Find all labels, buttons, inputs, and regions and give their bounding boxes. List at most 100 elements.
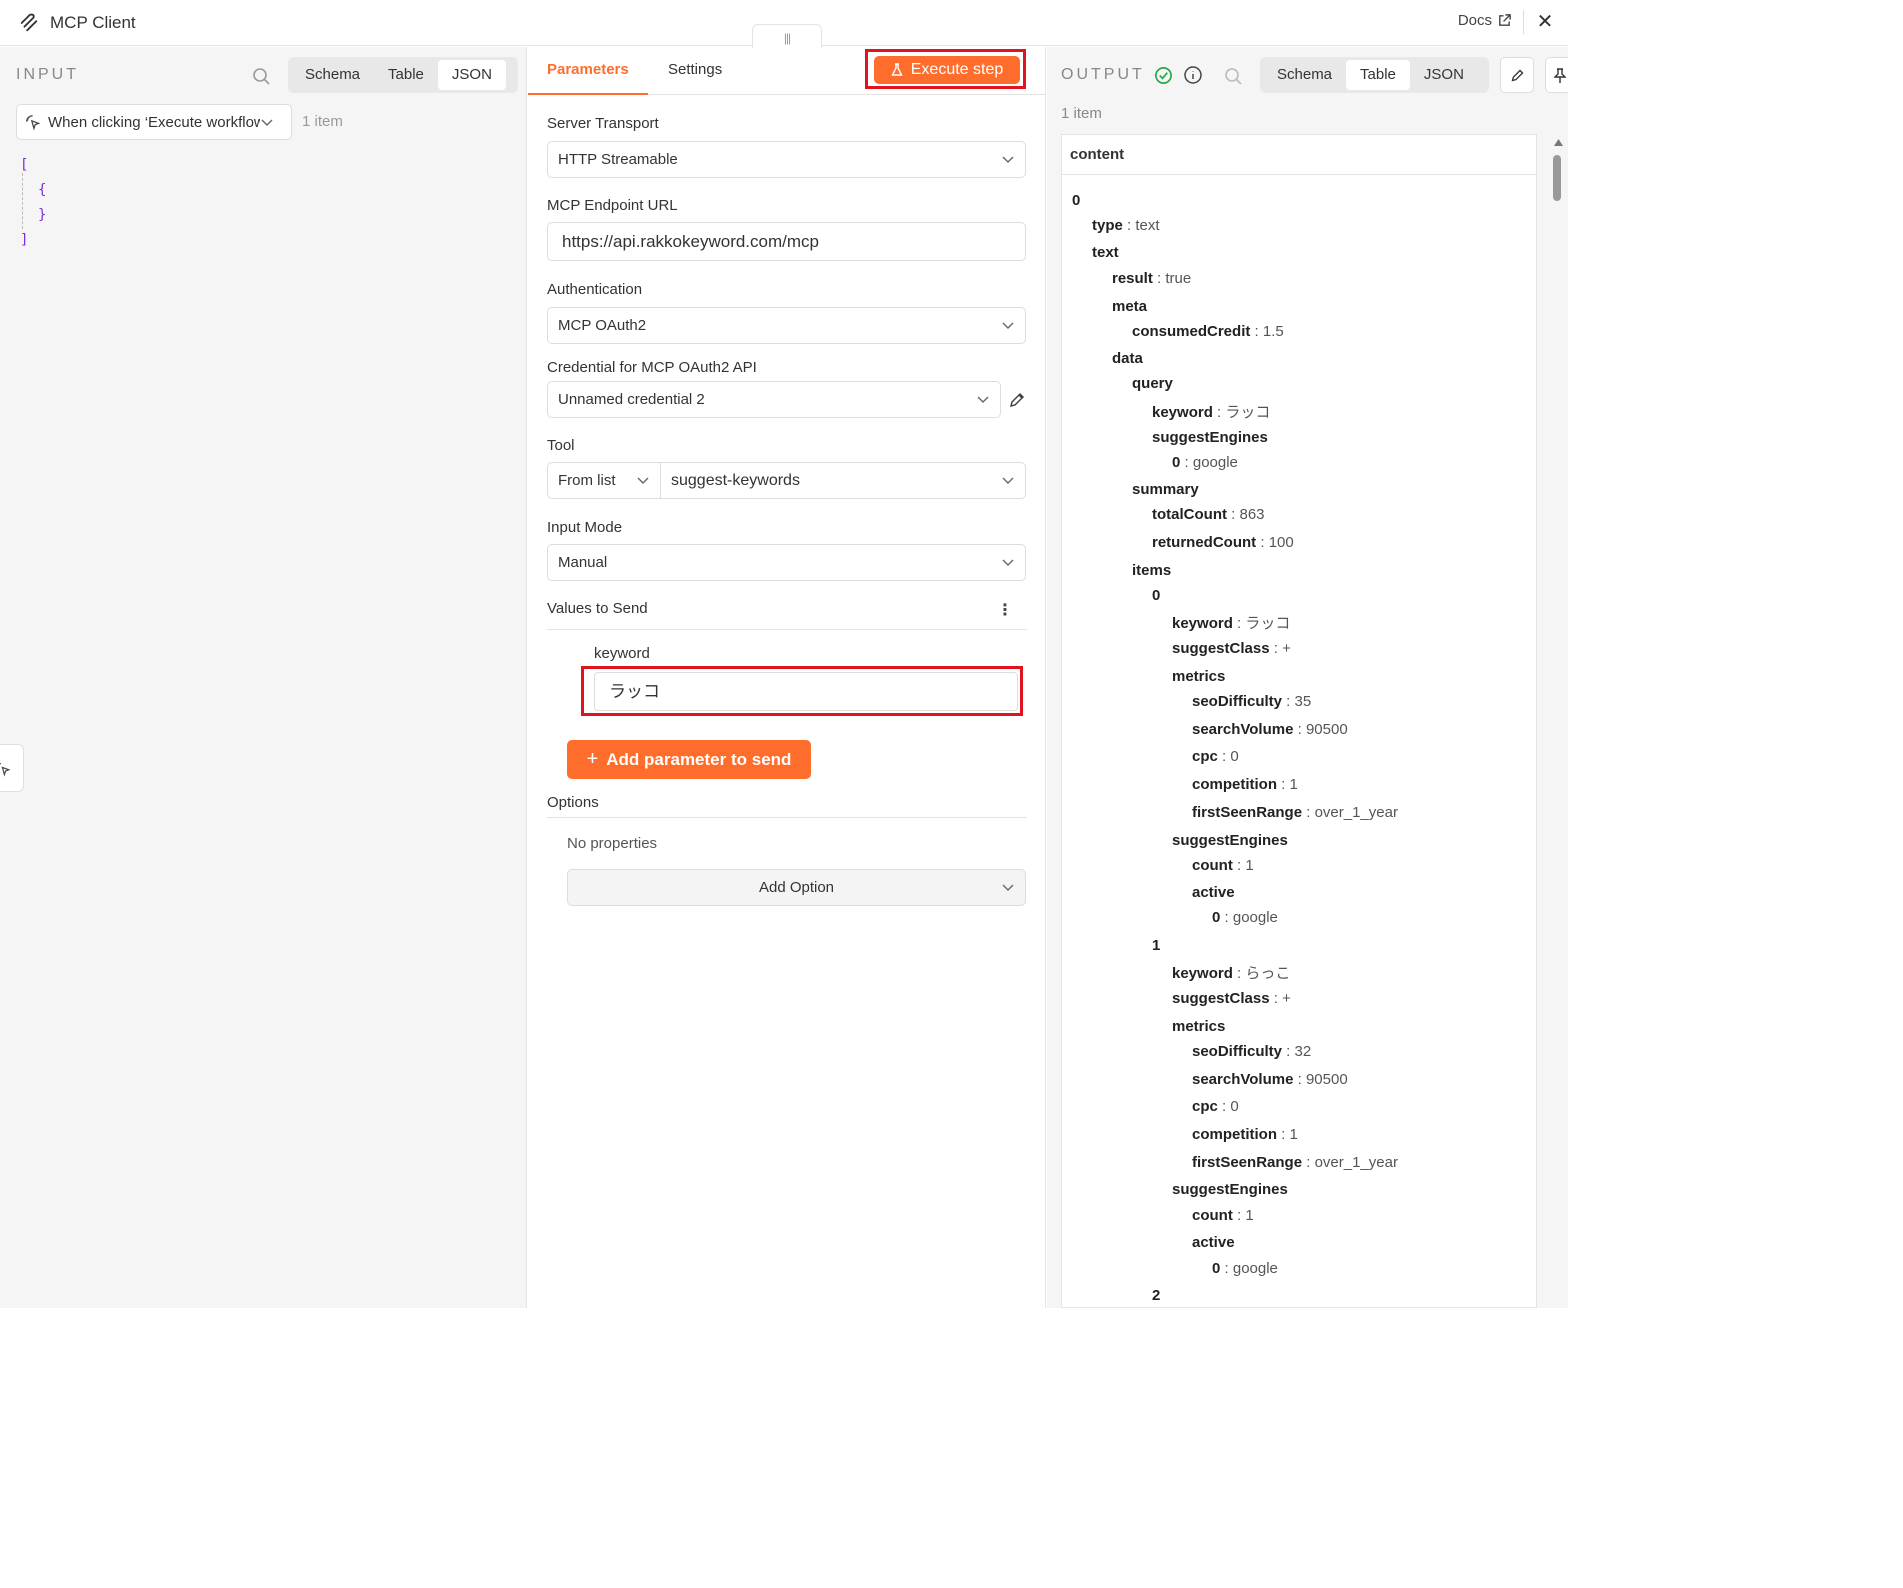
server-transport-select[interactable]: HTTP Streamable bbox=[547, 141, 1026, 178]
output-view-table[interactable]: Table bbox=[1346, 60, 1410, 90]
output-tree-value: 1 bbox=[1289, 1126, 1298, 1143]
output-tree-value: 1 bbox=[1245, 1207, 1254, 1224]
output-tree-value: over_1_year bbox=[1314, 1154, 1398, 1171]
output-tree-key: metrics bbox=[1172, 1018, 1226, 1035]
output-table: content 0 type : text text result : true met… bbox=[1061, 134, 1537, 1308]
pencil-icon[interactable] bbox=[1008, 391, 1026, 409]
scroll-up-arrow-icon[interactable] bbox=[1554, 139, 1563, 146]
output-tree-key: cpc bbox=[1192, 1098, 1218, 1115]
output-tree-value: 90500 bbox=[1305, 1071, 1348, 1088]
tool-mode-value: From list bbox=[558, 472, 616, 489]
pin-output-button[interactable] bbox=[1545, 57, 1568, 93]
output-tree-key: returnedCount bbox=[1152, 534, 1257, 551]
execute-step-button[interactable]: Execute step bbox=[874, 56, 1020, 84]
json-bracket-open: [ bbox=[20, 157, 29, 173]
options-empty-text: No properties bbox=[567, 835, 658, 852]
output-tree-value: 32 bbox=[1294, 1043, 1312, 1060]
add-option-select[interactable]: Add Option bbox=[567, 869, 1026, 906]
output-tree-key: competition bbox=[1192, 776, 1277, 793]
output-tree-row: items bbox=[1132, 562, 1171, 579]
output-tree-key: 0 bbox=[1072, 192, 1081, 209]
header-divider bbox=[1523, 10, 1524, 34]
output-panel-label: OUTPUT bbox=[1061, 66, 1145, 83]
input-panel-label: INPUT bbox=[16, 66, 79, 83]
output-tree-row: suggestEngines bbox=[1172, 1181, 1288, 1198]
side-trigger-tab[interactable] bbox=[0, 744, 24, 792]
kebab-menu-icon[interactable]: ⋮ bbox=[997, 600, 1013, 620]
credential-select[interactable]: Unnamed credential 2 bbox=[547, 381, 1001, 418]
output-tree-key: metrics bbox=[1172, 668, 1226, 685]
output-tree-key: competition bbox=[1192, 1126, 1277, 1143]
docs-link[interactable]: Docs bbox=[1458, 12, 1512, 29]
output-tree-row: metrics bbox=[1172, 668, 1225, 685]
output-tree-row: 0 : google bbox=[1172, 454, 1238, 471]
output-tree-row: firstSeenRange : over_1_year bbox=[1192, 1154, 1398, 1171]
pointer-click-icon bbox=[26, 114, 41, 131]
output-tree-row: count : 1 bbox=[1192, 857, 1254, 874]
input-view-schema[interactable]: Schema bbox=[291, 60, 374, 90]
close-icon[interactable]: ✕ bbox=[1534, 10, 1556, 34]
output-tree-key: result bbox=[1112, 270, 1153, 287]
edit-output-button[interactable] bbox=[1500, 57, 1534, 93]
plus-icon: + bbox=[586, 748, 599, 770]
output-tree-row: searchVolume : 90500 bbox=[1192, 1071, 1348, 1088]
output-view-json[interactable]: JSON bbox=[1410, 60, 1478, 90]
output-tree-key: suggestEngines bbox=[1172, 832, 1288, 849]
output-tree-value: 1 bbox=[1289, 776, 1298, 793]
output-tree-key: 1 bbox=[1152, 937, 1161, 954]
output-tree-key: totalCount bbox=[1152, 506, 1227, 523]
output-tree-key: suggestEngines bbox=[1172, 1181, 1288, 1198]
chevron-down-icon bbox=[1002, 156, 1014, 163]
output-tree-key: query bbox=[1132, 375, 1173, 392]
add-parameter-button[interactable]: + Add parameter to send bbox=[567, 740, 811, 779]
output-tree-value: 0 bbox=[1230, 748, 1239, 765]
json-brace-close: } bbox=[38, 207, 47, 223]
input-mode-select[interactable]: Manual bbox=[547, 544, 1026, 581]
output-scrollbar[interactable] bbox=[1551, 135, 1565, 1308]
output-tree-value: 1 bbox=[1245, 857, 1254, 874]
authentication-value: MCP OAuth2 bbox=[558, 317, 647, 334]
input-mode-label: Input Mode bbox=[547, 519, 623, 536]
output-tree-value: 0 bbox=[1230, 1098, 1239, 1115]
output-tree-row: count : 1 bbox=[1192, 1207, 1254, 1224]
output-tree-row: metrics bbox=[1172, 1018, 1225, 1035]
tool-select[interactable]: suggest-keywords bbox=[660, 462, 1026, 499]
output-tree-value: 1.5 bbox=[1262, 323, 1284, 340]
output-tree-value: ラッコ bbox=[1225, 404, 1271, 421]
output-tree-key: keyword bbox=[1172, 965, 1233, 982]
external-link-icon bbox=[1499, 14, 1511, 26]
output-tree-key: data bbox=[1112, 350, 1143, 367]
output-item-count: 1 item bbox=[1061, 105, 1102, 122]
output-tree-row: text bbox=[1092, 244, 1119, 261]
search-icon[interactable] bbox=[251, 66, 271, 86]
output-tree-key: suggestClass bbox=[1172, 990, 1270, 1007]
input-node-select[interactable]: When clicking ‘Execute workflow’ bbox=[16, 104, 292, 140]
keyword-param-highlight: ラッコ bbox=[581, 666, 1023, 716]
endpoint-url-input[interactable]: https://api.rakkokeyword.com/mcp bbox=[547, 222, 1026, 261]
search-icon[interactable] bbox=[1223, 66, 1243, 86]
output-tree-key: keyword bbox=[1152, 404, 1213, 421]
output-tree-row: active bbox=[1192, 1234, 1235, 1251]
output-tree-row: suggestEngines bbox=[1172, 832, 1288, 849]
tool-mode-select[interactable]: From list bbox=[547, 462, 661, 499]
credential-label: Credential for MCP OAuth2 API bbox=[547, 359, 757, 376]
input-view-json[interactable]: JSON bbox=[437, 60, 506, 90]
info-icon[interactable] bbox=[1183, 65, 1203, 85]
success-check-icon bbox=[1155, 67, 1172, 84]
input-node-select-value: When clicking ‘Execute workflow’ bbox=[48, 113, 260, 131]
output-scrollbar-thumb[interactable] bbox=[1553, 155, 1561, 201]
output-view-schema[interactable]: Schema bbox=[1263, 60, 1346, 90]
endpoint-url-value: https://api.rakkokeyword.com/mcp bbox=[562, 231, 819, 251]
output-tree-row: consumedCredit : 1.5 bbox=[1132, 323, 1284, 340]
output-tree-value: 90500 bbox=[1305, 721, 1348, 738]
output-view-switcher: Schema Table JSON bbox=[1260, 57, 1489, 93]
panel-drag-handle[interactable]: ||| bbox=[752, 24, 822, 48]
output-tree-row: keyword : ラッコ bbox=[1172, 615, 1291, 632]
input-view-table[interactable]: Table bbox=[374, 60, 438, 90]
keyword-param-input[interactable]: ラッコ bbox=[594, 672, 1018, 711]
tab-settings[interactable]: Settings bbox=[649, 47, 741, 95]
output-tree-row: 0 : google bbox=[1212, 909, 1278, 926]
tab-parameters[interactable]: Parameters bbox=[528, 47, 648, 95]
authentication-select[interactable]: MCP OAuth2 bbox=[547, 307, 1026, 344]
output-tree-row: type : text bbox=[1092, 217, 1160, 234]
